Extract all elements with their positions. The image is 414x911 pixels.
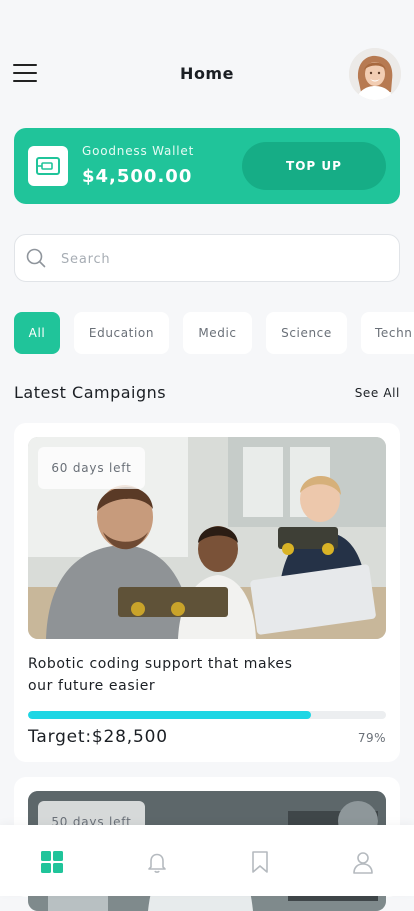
category-chip-all[interactable]: All bbox=[14, 312, 60, 354]
category-chip-science[interactable]: Science bbox=[266, 312, 347, 354]
wallet-card: Goodness Wallet $4,500.00 TOP UP bbox=[14, 128, 400, 204]
category-filter: All Education Medic Science Techn bbox=[14, 312, 414, 354]
bottom-navigation bbox=[0, 825, 414, 896]
campaign-progress-fill bbox=[28, 711, 311, 719]
search-input[interactable] bbox=[59, 247, 383, 271]
bookmark-icon[interactable] bbox=[247, 849, 273, 875]
campaign-progress-bar bbox=[28, 711, 386, 719]
category-chip-technology[interactable]: Techn bbox=[361, 312, 414, 354]
top-up-button[interactable]: TOP UP bbox=[242, 142, 386, 190]
days-left-badge: 60 days left bbox=[38, 447, 145, 489]
search-bar[interactable] bbox=[14, 234, 400, 282]
campaign-target: Target:$28,500 bbox=[28, 727, 168, 747]
campaign-progress-label: 79% bbox=[357, 731, 386, 745]
home-grid-icon[interactable] bbox=[39, 849, 65, 875]
header: Home bbox=[0, 0, 414, 120]
campaign-title: Robotic coding support that makes our fu… bbox=[28, 656, 293, 694]
campaign-card[interactable]: 60 days left Robotic coding support that… bbox=[14, 423, 400, 762]
category-chip-education[interactable]: Education bbox=[74, 312, 169, 354]
campaign-image: 60 days left bbox=[28, 437, 386, 639]
wallet-balance: $4,500.00 bbox=[82, 166, 193, 187]
search-icon bbox=[26, 248, 46, 268]
avatar-photo bbox=[349, 48, 401, 100]
category-chip-medic[interactable]: Medic bbox=[183, 312, 252, 354]
wallet-card-icon bbox=[28, 146, 68, 186]
see-all-link[interactable]: See All bbox=[355, 386, 400, 400]
avatar[interactable] bbox=[349, 48, 401, 100]
section-title: Latest Campaigns bbox=[14, 383, 167, 402]
wallet-name: Goodness Wallet bbox=[82, 144, 195, 158]
profile-icon[interactable] bbox=[350, 849, 376, 875]
bell-icon[interactable] bbox=[144, 849, 170, 875]
